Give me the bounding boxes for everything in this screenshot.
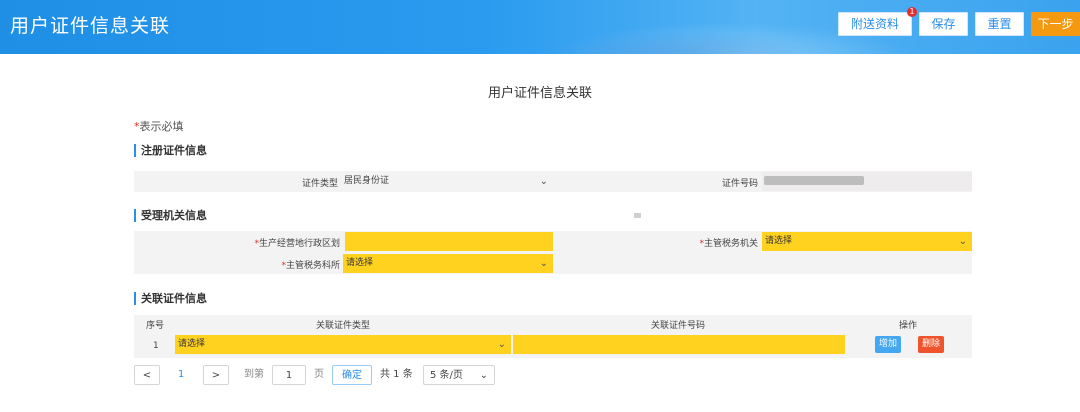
column-header-seq: 序号 <box>146 321 165 331</box>
region-label: *生产经营地行政区划 <box>230 236 340 249</box>
region-input[interactable] <box>345 232 553 251</box>
chevron-down-icon: ⌄ <box>539 258 548 269</box>
delete-row-button[interactable]: 删除 <box>918 336 944 353</box>
tax-branch-label: *主管税务科所 <box>250 258 340 271</box>
reset-button[interactable]: 重置 <box>975 12 1024 36</box>
tax-branch-label-text: 主管税务科所 <box>285 261 340 271</box>
region-label-text: 生产经营地行政区划 <box>258 239 340 249</box>
attach-materials-button[interactable]: 附送资料 <box>838 12 912 36</box>
cert-number-label: 证件号码 <box>721 179 758 189</box>
related-cert-type-select[interactable]: 请选择 ⌄ <box>175 335 511 354</box>
column-header-action: 操作 <box>899 321 918 331</box>
goto-label: 到第 <box>244 369 264 380</box>
related-cert-type-value: 请选择 <box>178 339 206 349</box>
next-step-button[interactable]: 下一步 <box>1031 12 1080 36</box>
masked-cert-number <box>764 176 864 185</box>
required-note-text: 表示必填 <box>139 120 184 133</box>
page-size-value: 5 条/页 <box>430 370 463 381</box>
placeholder-marker <box>634 213 641 218</box>
cert-type-value: 居民身份证 <box>344 176 390 186</box>
chevron-down-icon: ⌄ <box>539 176 548 187</box>
tax-office-label-text: 主管税务机关 <box>703 239 758 249</box>
page-size-select[interactable]: 5 条/页 ⌄ <box>423 365 495 385</box>
goto-confirm-button[interactable]: 确定 <box>332 365 372 385</box>
next-page-button[interactable]: > <box>203 365 229 385</box>
tax-branch-value: 请选择 <box>346 258 374 268</box>
page-title: 用户证件信息关联 <box>487 86 592 101</box>
prev-page-button[interactable]: < <box>134 365 160 385</box>
section-authority: 受理机关信息 <box>134 209 207 222</box>
tax-branch-select[interactable]: 请选择 ⌄ <box>343 254 553 273</box>
attach-count-badge: 1 <box>907 7 917 17</box>
tax-office-label: *主管税务机关 <box>660 236 758 249</box>
row-seq: 1 <box>153 341 159 351</box>
page-unit-label: 页 <box>314 369 324 380</box>
section-registration: 注册证件信息 <box>134 144 207 157</box>
related-cert-number-input[interactable] <box>513 335 845 354</box>
tax-office-value: 请选择 <box>765 236 793 246</box>
cert-type-label: 证件类型 <box>301 179 338 189</box>
app-header: 用户证件信息关联 附送资料 1 保存 重置 下一步 <box>0 0 1080 54</box>
add-row-button[interactable]: 增加 <box>875 336 901 353</box>
section-related: 关联证件信息 <box>134 292 207 305</box>
cert-type-select[interactable]: 居民身份证 ⌄ <box>341 172 553 191</box>
tax-office-select[interactable]: 请选择 ⌄ <box>762 232 972 251</box>
total-count: 共 1 条 <box>380 369 413 380</box>
app-title: 用户证件信息关联 <box>10 15 171 37</box>
chevron-down-icon: ⌄ <box>958 236 967 247</box>
page-number-current[interactable]: 1 <box>178 365 188 385</box>
required-note: *表示必填 <box>134 118 184 134</box>
column-header-type: 关联证件类型 <box>316 321 371 331</box>
goto-page-input[interactable]: 1 <box>272 365 306 385</box>
chevron-down-icon: ⌄ <box>479 370 488 381</box>
column-header-number: 关联证件号码 <box>651 321 706 331</box>
header-decoration-shade <box>540 30 820 54</box>
chevron-down-icon: ⌄ <box>497 339 506 350</box>
save-button[interactable]: 保存 <box>919 12 968 36</box>
